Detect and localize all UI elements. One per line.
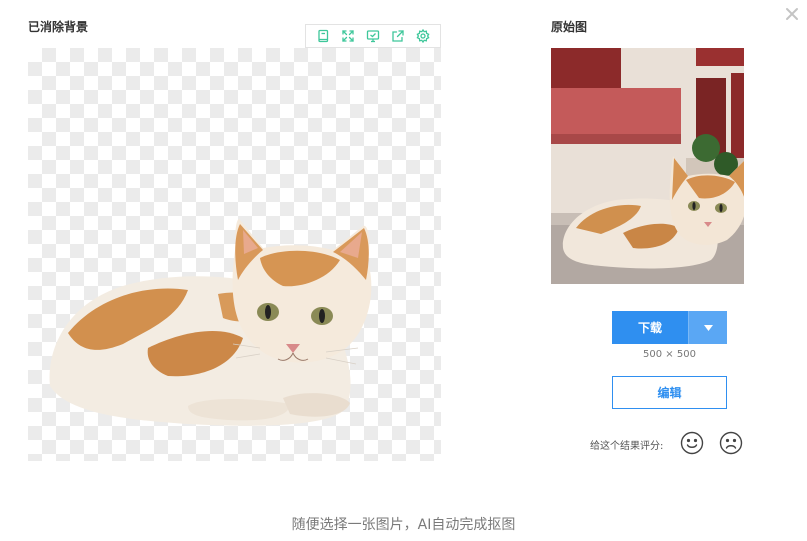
rate-bad-button[interactable] xyxy=(719,431,743,455)
original-image[interactable] xyxy=(551,48,744,284)
download-group: 下载 xyxy=(612,311,727,344)
book-icon xyxy=(317,29,328,43)
result-canvas xyxy=(28,48,441,461)
original-photo xyxy=(551,48,744,284)
share-icon xyxy=(392,30,404,42)
expand-icon xyxy=(342,30,354,42)
close-button[interactable] xyxy=(784,6,800,22)
image-toolbar xyxy=(305,24,441,48)
monitor-icon xyxy=(366,30,380,43)
result-label: 已消除背景 xyxy=(28,20,89,34)
frown-icon xyxy=(719,431,743,455)
rate-label: 给这个结果评分: xyxy=(590,441,664,452)
tool-share-button[interactable] xyxy=(389,27,407,45)
gear-icon xyxy=(416,29,430,43)
download-button[interactable]: 下载 xyxy=(612,311,688,344)
image-size-text: 500 × 500 xyxy=(643,349,696,360)
cutout-cat-image xyxy=(49,219,372,426)
remove-bg-modal: 已消除背景 原始图 下载 500 × 500 编辑 给这个结果评分: xyxy=(0,0,807,498)
tool-monitor-button[interactable] xyxy=(364,27,382,45)
rate-good-button[interactable] xyxy=(680,431,704,455)
edit-button[interactable]: 编辑 xyxy=(612,376,727,409)
download-options-button[interactable] xyxy=(688,311,727,344)
tool-book-button[interactable] xyxy=(314,27,332,45)
close-icon xyxy=(786,8,798,20)
page-caption: 随便选择一张图片，AI自动完成抠图 xyxy=(291,517,516,533)
tool-expand-button[interactable] xyxy=(339,27,357,45)
tool-settings-button[interactable] xyxy=(414,27,432,45)
smile-icon xyxy=(680,431,704,455)
chevron-down-icon xyxy=(703,324,713,331)
original-label: 原始图 xyxy=(551,20,588,34)
